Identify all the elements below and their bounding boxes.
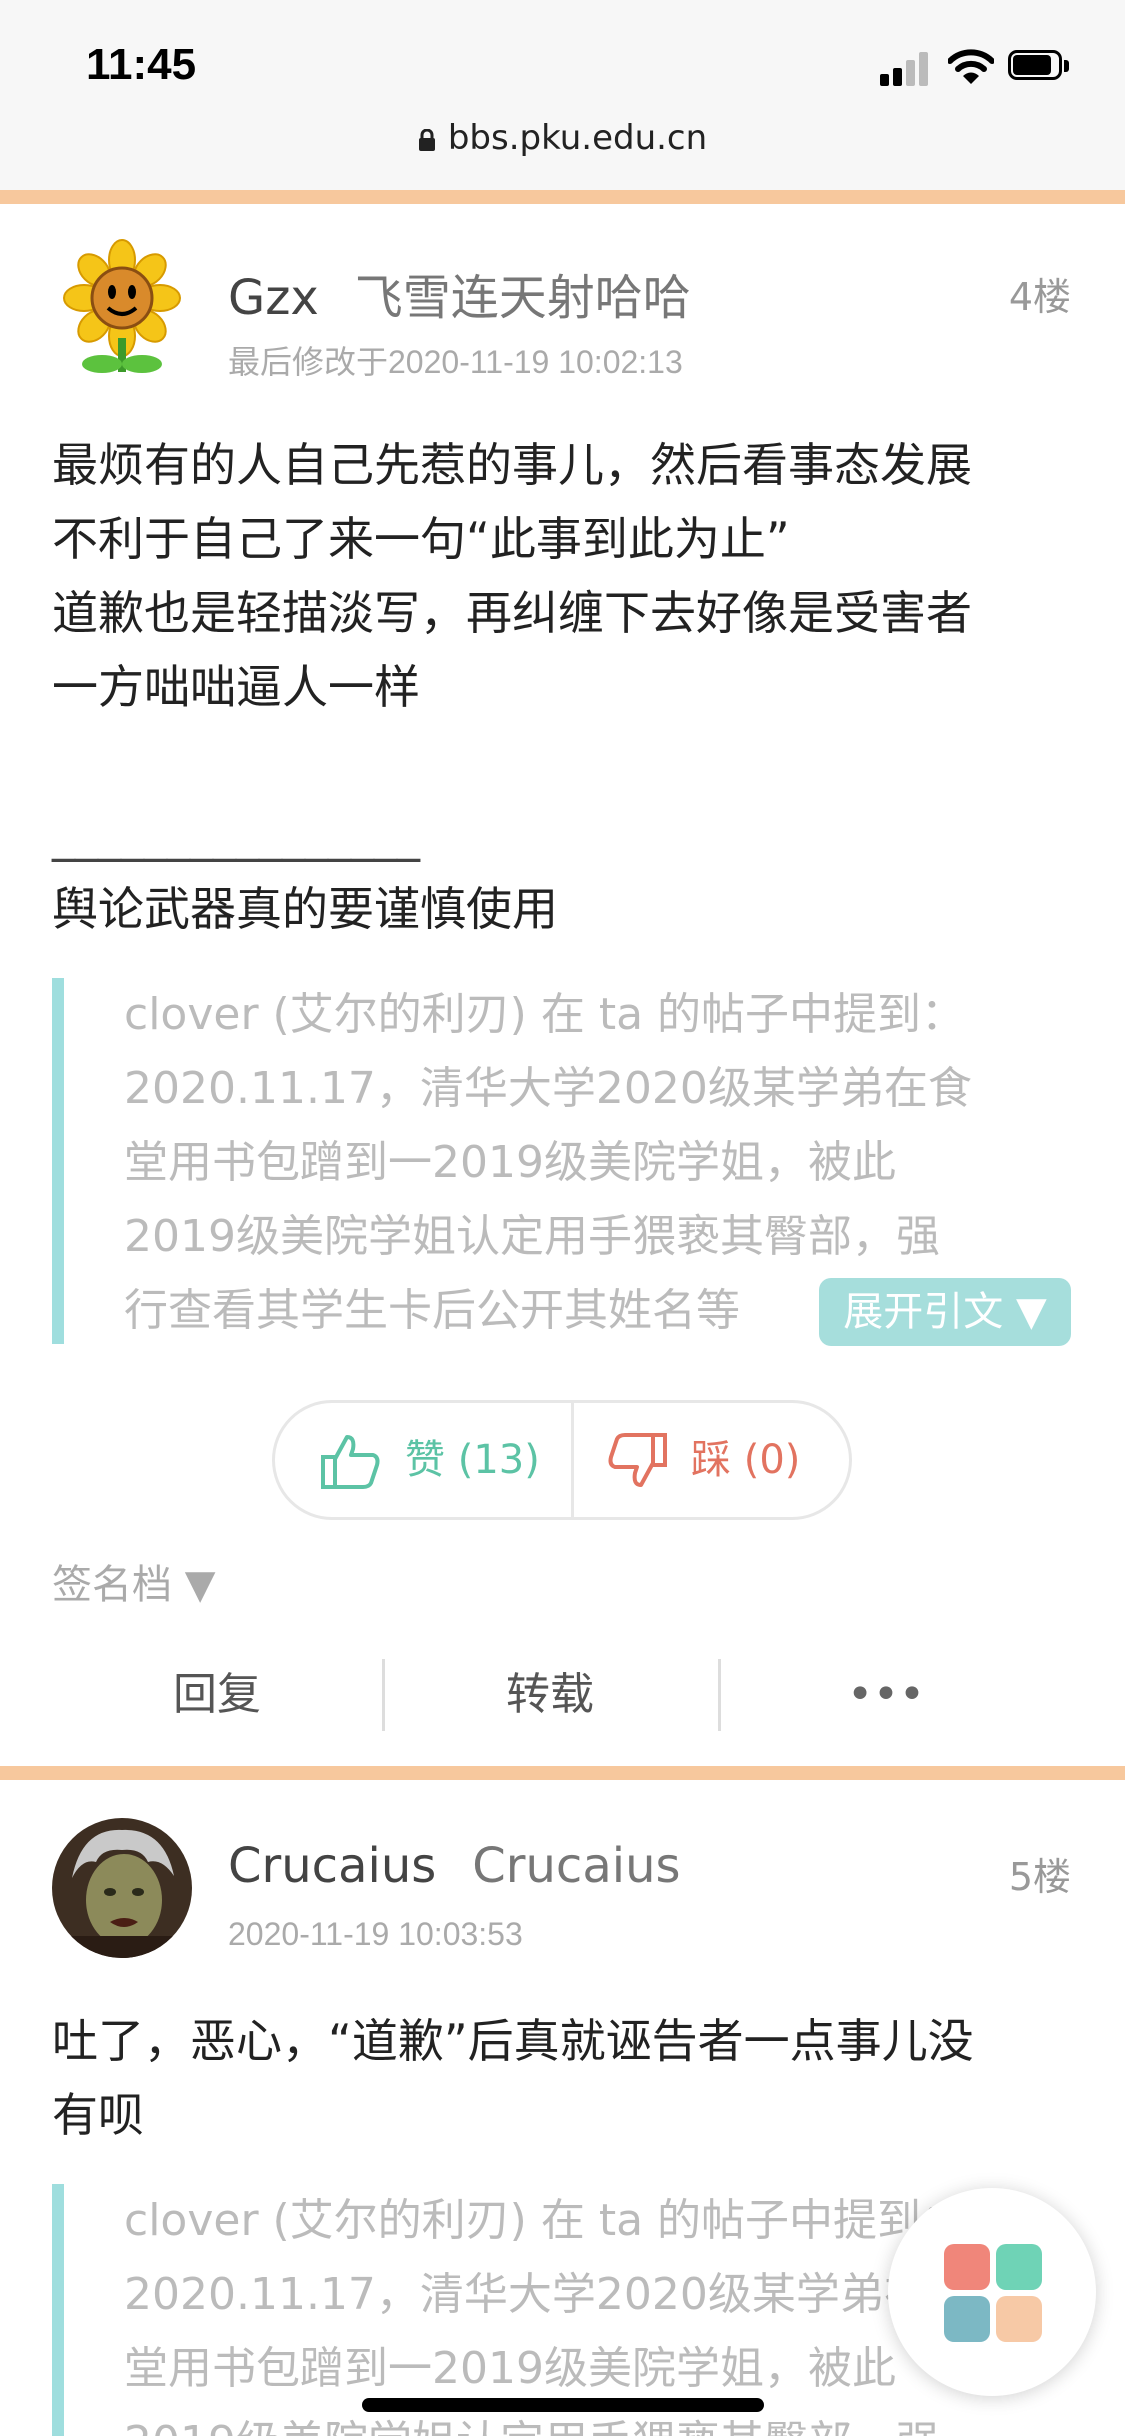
thumbs-up-icon bbox=[321, 1435, 380, 1489]
signature-toggle[interactable]: 签名档 ▼ bbox=[52, 1552, 215, 1610]
url-bar[interactable]: bbs.pku.edu.cn bbox=[0, 118, 1125, 158]
nickname: 飞雪连天射哈哈 bbox=[354, 270, 691, 326]
status-time: 11:45 bbox=[86, 40, 197, 89]
post-body: 最烦有的人自己先惹的事儿，然后看事态发展 不利于自己了来一句“此事到此为止” 道… bbox=[52, 428, 1082, 946]
body-line: 舆论武器真的要谨慎使用 bbox=[52, 882, 558, 936]
browser-top-bar: 11:45 bbs.pku.edu.cn bbox=[0, 0, 1125, 190]
url-text: bbs.pku.edu.cn bbox=[447, 118, 708, 158]
body-line bbox=[52, 724, 1082, 798]
post-author[interactable]: Gzx 飞雪连天射哈哈 bbox=[228, 258, 691, 328]
repost-button[interactable]: 转载 bbox=[385, 1655, 715, 1735]
dislike-label: 踩 (0) bbox=[691, 1437, 801, 1483]
dislike-button[interactable]: 踩 (0) bbox=[571, 1403, 849, 1517]
quote-line: clover (艾尔的利刃) 在 ta 的帖子中提到： bbox=[124, 989, 966, 1040]
post-divider bbox=[0, 1766, 1125, 1780]
like-button[interactable]: 赞 (13) bbox=[275, 1403, 571, 1517]
body-line: 一方咄咄逼人一样 bbox=[52, 660, 420, 714]
username[interactable]: Crucaius bbox=[228, 1838, 436, 1894]
username[interactable]: Gzx bbox=[228, 270, 319, 326]
body-line: 有呗 bbox=[52, 2088, 144, 2142]
signal-icon bbox=[880, 52, 932, 86]
nickname: Crucaius bbox=[472, 1838, 681, 1894]
floor-number: 4楼 bbox=[1008, 275, 1071, 319]
lock-icon bbox=[418, 129, 435, 151]
quote-line: 2019级美院学姐认定用手猥亵其臀部，强 bbox=[124, 1211, 940, 1262]
thumbs-down-icon bbox=[608, 1433, 667, 1487]
post-author[interactable]: Crucaius Crucaius bbox=[228, 1838, 681, 1894]
body-line: 最烦有的人自己先惹的事儿，然后看事态发展 bbox=[52, 438, 972, 492]
apps-menu-button[interactable] bbox=[888, 2188, 1096, 2396]
more-button[interactable]: ••• bbox=[721, 1655, 1051, 1735]
post-body: 吐了，恶心，“道歉”后真就诬告者一点事儿没 有呗 bbox=[52, 2004, 1082, 2152]
quote-line: 2020.11.17，清华大学2020级某学弟在食 bbox=[124, 1063, 972, 1114]
reply-button[interactable]: 回复 bbox=[52, 1655, 382, 1735]
user-avatar[interactable] bbox=[52, 1818, 192, 1958]
post-actions: 回复 转载 ••• bbox=[0, 1655, 1125, 1735]
expand-quote-button[interactable]: 展开引文 ▼ bbox=[819, 1278, 1071, 1346]
battery-icon bbox=[1008, 50, 1070, 82]
body-line: 道歉也是轻描淡写，再纠缠下去好像是受害者 bbox=[52, 586, 972, 640]
home-indicator[interactable] bbox=[362, 2398, 764, 2412]
post-divider bbox=[0, 190, 1125, 204]
body-line: 吐了，恶心，“道歉”后真就诬告者一点事儿没 bbox=[52, 2014, 974, 2068]
sunflower-avatar[interactable] bbox=[52, 238, 192, 378]
post-timestamp: 最后修改于2020-11-19 10:02:13 bbox=[228, 344, 683, 380]
body-line: 不利于自己了来一句“此事到此为止” bbox=[52, 512, 790, 566]
post-timestamp: 2020-11-19 10:03:53 bbox=[228, 1916, 523, 1952]
like-label: 赞 (13) bbox=[405, 1437, 540, 1483]
quote-line: 堂用书包蹭到一2019级美院学姐，被此 bbox=[124, 1137, 896, 1188]
floor-number: 5楼 bbox=[1008, 1855, 1071, 1899]
wifi-icon bbox=[948, 49, 994, 84]
separator-line: ________________ bbox=[52, 808, 420, 862]
vote-bar: 赞 (13) 踩 (0) bbox=[272, 1400, 852, 1520]
